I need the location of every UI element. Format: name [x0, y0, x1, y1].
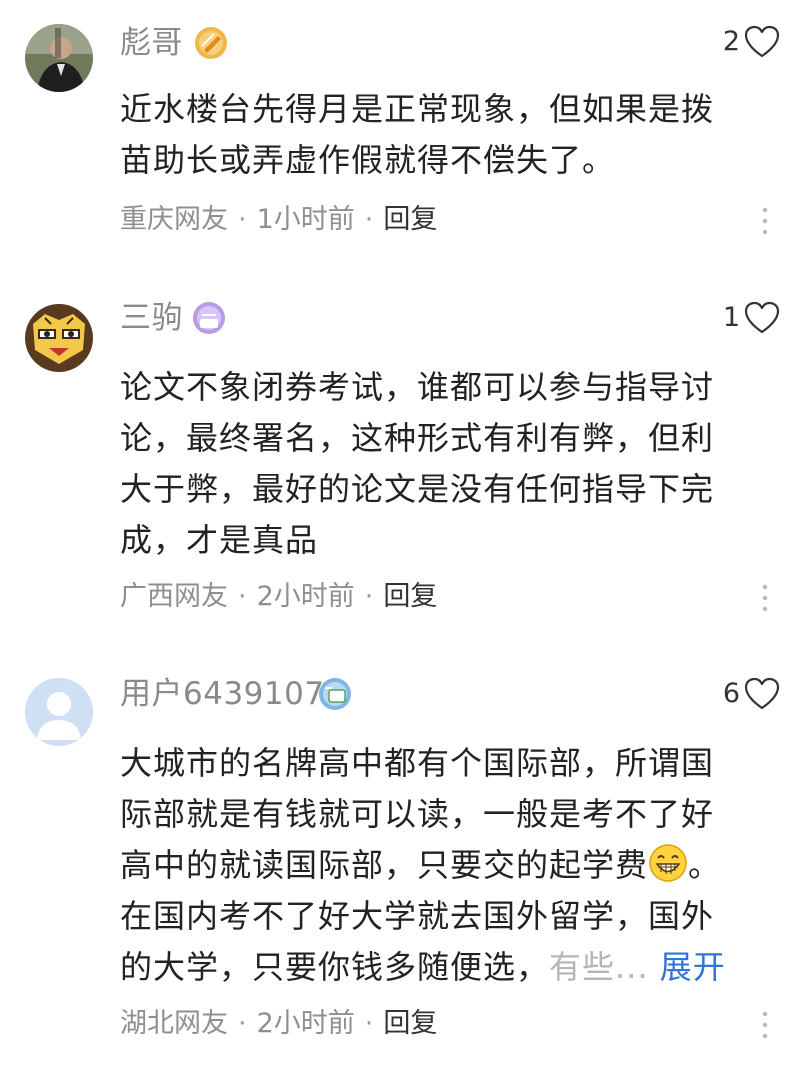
reply-button[interactable]: 回复: [383, 1006, 437, 1042]
grinning-emoji-icon: [649, 844, 687, 882]
like-count: 6: [722, 678, 740, 709]
more-options-icon[interactable]: [760, 583, 770, 613]
tiger-mask-icon: [25, 304, 93, 372]
user-photo-icon: [25, 24, 93, 92]
level-badge-icon: [318, 677, 352, 711]
like-button[interactable]: 6: [723, 674, 780, 714]
avatar[interactable]: [25, 24, 93, 92]
like-count: 1: [722, 302, 740, 333]
time-label: 2小时前: [256, 581, 355, 612]
like-button[interactable]: 1: [723, 298, 780, 338]
separator: ·: [238, 581, 247, 612]
comment-meta: 广西网友 · 2小时前 · 回复: [120, 579, 437, 615]
time-label: 1小时前: [256, 204, 355, 235]
like-count: 2: [722, 26, 740, 57]
heart-icon: [744, 25, 780, 58]
separator: ·: [364, 204, 374, 235]
location-label: 湖北网友: [120, 1008, 228, 1039]
separator: ·: [364, 1008, 374, 1039]
comment-item: 彪哥 2 近水楼台先得月是正常现象，但如果是拨苗助长或弄虚作假就得不偿失了。 重…: [0, 0, 808, 260]
expand-link[interactable]: 展开: [660, 948, 726, 986]
more-options-icon[interactable]: [760, 1010, 770, 1040]
default-avatar-icon: [25, 678, 93, 746]
separator: ·: [364, 581, 374, 612]
level-badge-icon: [192, 301, 226, 335]
avatar[interactable]: [25, 304, 93, 372]
location-label: 重庆网友: [120, 204, 228, 235]
comment-text: 近水楼台先得月是正常现象，但如果是拨苗助长或弄虚作假就得不偿失了。: [120, 90, 715, 179]
username[interactable]: 彪哥: [120, 25, 183, 61]
separator: ·: [238, 1008, 247, 1039]
username[interactable]: 三驹: [120, 300, 183, 336]
time-label: 2小时前: [256, 1008, 355, 1039]
like-button[interactable]: 2: [723, 22, 780, 62]
comment-text: 大城市的名牌高中都有个国际部，所谓国际部就是有钱就可以读，一般是考不了好高中的就…: [120, 738, 740, 993]
heart-icon: [744, 677, 780, 710]
more-options-icon[interactable]: [760, 206, 770, 236]
reply-button[interactable]: 回复: [383, 202, 437, 238]
comment-text-part: 大城市的名牌高中都有个国际部，所谓国际部就是有钱就可以读，一般是考不了好高中的就…: [120, 744, 715, 884]
comment-item: 三驹 1 论文不象闭券考试，谁都可以参与指导讨论，最终署名，这种形式有利有弊，但…: [0, 280, 808, 650]
comment-meta: 湖北网友 · 2小时前 · 回复: [120, 1006, 437, 1042]
heart-icon: [744, 301, 780, 334]
username[interactable]: 用户6439107: [120, 676, 325, 712]
comment-item: 用户6439107 6 大城市的名牌高中都有个国际部，所谓国际部就是有钱就可以读…: [0, 656, 808, 1066]
comment-meta: 重庆网友 · 1小时前 · 回复: [120, 202, 437, 238]
reply-button[interactable]: 回复: [383, 579, 437, 615]
truncated-text: 有些...: [549, 948, 649, 986]
comment-text: 论文不象闭券考试，谁都可以参与指导讨论，最终署名，这种形式有利有弊，但利大于弊，…: [120, 368, 715, 559]
location-label: 广西网友: [120, 581, 228, 612]
avatar[interactable]: [25, 678, 93, 746]
separator: ·: [238, 204, 247, 235]
level-badge-icon: [194, 26, 228, 60]
